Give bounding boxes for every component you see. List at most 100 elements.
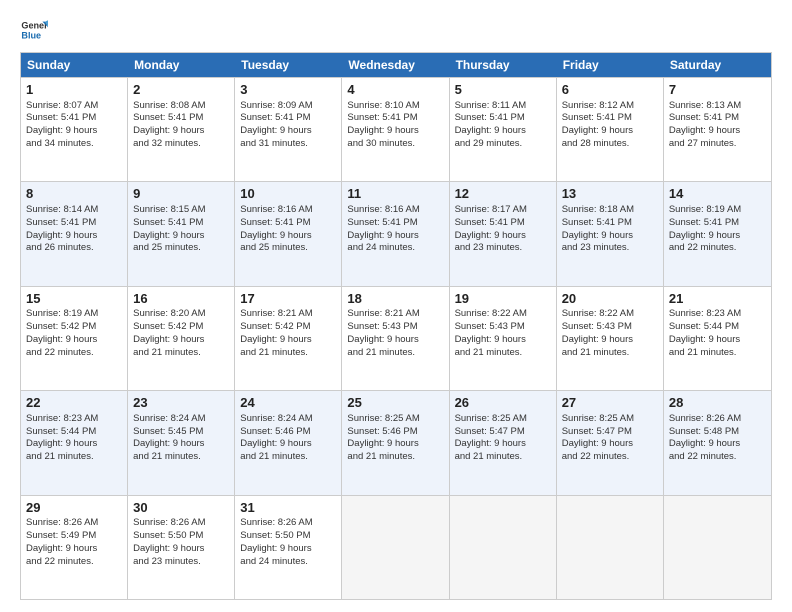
day-info-line: Daylight: 9 hours bbox=[133, 125, 229, 138]
calendar-cell-31: 31Sunrise: 8:26 AMSunset: 5:50 PMDayligh… bbox=[235, 496, 342, 599]
logo: General Blue bbox=[20, 16, 52, 44]
day-info-line: Sunrise: 8:07 AM bbox=[26, 100, 122, 113]
header-day-saturday: Saturday bbox=[664, 53, 771, 77]
day-info-line: Daylight: 9 hours bbox=[347, 125, 443, 138]
day-info-line: Daylight: 9 hours bbox=[347, 334, 443, 347]
day-info-line: Sunset: 5:49 PM bbox=[26, 530, 122, 543]
calendar-row: 1Sunrise: 8:07 AMSunset: 5:41 PMDaylight… bbox=[21, 77, 771, 181]
day-info-line: and 21 minutes. bbox=[562, 347, 658, 360]
calendar-cell-16: 16Sunrise: 8:20 AMSunset: 5:42 PMDayligh… bbox=[128, 287, 235, 390]
calendar-cell-15: 15Sunrise: 8:19 AMSunset: 5:42 PMDayligh… bbox=[21, 287, 128, 390]
day-info-line: Sunrise: 8:23 AM bbox=[669, 308, 766, 321]
day-info-line: and 24 minutes. bbox=[347, 242, 443, 255]
calendar-cell-25: 25Sunrise: 8:25 AMSunset: 5:46 PMDayligh… bbox=[342, 391, 449, 494]
day-info-line: Sunrise: 8:19 AM bbox=[669, 204, 766, 217]
day-number: 19 bbox=[455, 290, 551, 308]
day-info-line: Sunset: 5:43 PM bbox=[562, 321, 658, 334]
day-info-line: and 22 minutes. bbox=[669, 242, 766, 255]
day-info-line: Sunset: 5:50 PM bbox=[133, 530, 229, 543]
day-info-line: Daylight: 9 hours bbox=[133, 334, 229, 347]
calendar-cell-13: 13Sunrise: 8:18 AMSunset: 5:41 PMDayligh… bbox=[557, 182, 664, 285]
day-info-line: and 21 minutes. bbox=[669, 347, 766, 360]
day-info-line: and 22 minutes. bbox=[562, 451, 658, 464]
day-info-line: and 34 minutes. bbox=[26, 138, 122, 151]
day-info-line: Daylight: 9 hours bbox=[669, 438, 766, 451]
day-info-line: Sunset: 5:42 PM bbox=[26, 321, 122, 334]
day-info-line: Sunrise: 8:20 AM bbox=[133, 308, 229, 321]
day-info-line: Daylight: 9 hours bbox=[562, 125, 658, 138]
day-number: 29 bbox=[26, 499, 122, 517]
calendar-cell-empty bbox=[342, 496, 449, 599]
day-info-line: Sunset: 5:41 PM bbox=[26, 112, 122, 125]
day-info-line: Daylight: 9 hours bbox=[562, 438, 658, 451]
svg-text:Blue: Blue bbox=[21, 30, 41, 40]
day-info-line: Daylight: 9 hours bbox=[455, 334, 551, 347]
day-info-line: Daylight: 9 hours bbox=[133, 230, 229, 243]
day-info-line: Sunset: 5:42 PM bbox=[133, 321, 229, 334]
day-info-line: Sunrise: 8:25 AM bbox=[347, 413, 443, 426]
day-info-line: and 24 minutes. bbox=[240, 556, 336, 569]
day-number: 4 bbox=[347, 81, 443, 99]
day-info-line: Sunset: 5:41 PM bbox=[26, 217, 122, 230]
day-info-line: Sunrise: 8:21 AM bbox=[347, 308, 443, 321]
day-number: 2 bbox=[133, 81, 229, 99]
day-number: 16 bbox=[133, 290, 229, 308]
day-info-line: Daylight: 9 hours bbox=[669, 334, 766, 347]
day-info-line: Sunset: 5:43 PM bbox=[455, 321, 551, 334]
day-number: 15 bbox=[26, 290, 122, 308]
day-info-line: and 22 minutes. bbox=[669, 451, 766, 464]
day-info-line: and 21 minutes. bbox=[240, 347, 336, 360]
day-number: 9 bbox=[133, 185, 229, 203]
day-info-line: Sunset: 5:41 PM bbox=[347, 217, 443, 230]
day-info-line: and 22 minutes. bbox=[26, 347, 122, 360]
day-info-line: Daylight: 9 hours bbox=[26, 334, 122, 347]
day-number: 22 bbox=[26, 394, 122, 412]
calendar-cell-2: 2Sunrise: 8:08 AMSunset: 5:41 PMDaylight… bbox=[128, 78, 235, 181]
day-info-line: and 31 minutes. bbox=[240, 138, 336, 151]
day-info-line: Sunrise: 8:09 AM bbox=[240, 100, 336, 113]
day-number: 13 bbox=[562, 185, 658, 203]
day-info-line: and 21 minutes. bbox=[347, 451, 443, 464]
day-info-line: and 21 minutes. bbox=[455, 451, 551, 464]
calendar-cell-28: 28Sunrise: 8:26 AMSunset: 5:48 PMDayligh… bbox=[664, 391, 771, 494]
day-info-line: Sunset: 5:45 PM bbox=[133, 426, 229, 439]
day-info-line: Daylight: 9 hours bbox=[669, 230, 766, 243]
day-info-line: Sunset: 5:44 PM bbox=[26, 426, 122, 439]
day-info-line: Sunset: 5:42 PM bbox=[240, 321, 336, 334]
calendar-cell-10: 10Sunrise: 8:16 AMSunset: 5:41 PMDayligh… bbox=[235, 182, 342, 285]
day-info-line: and 21 minutes. bbox=[347, 347, 443, 360]
day-info-line: Sunrise: 8:23 AM bbox=[26, 413, 122, 426]
day-info-line: Daylight: 9 hours bbox=[562, 334, 658, 347]
calendar-cell-11: 11Sunrise: 8:16 AMSunset: 5:41 PMDayligh… bbox=[342, 182, 449, 285]
day-number: 10 bbox=[240, 185, 336, 203]
day-info-line: Daylight: 9 hours bbox=[133, 543, 229, 556]
day-number: 12 bbox=[455, 185, 551, 203]
calendar-cell-1: 1Sunrise: 8:07 AMSunset: 5:41 PMDaylight… bbox=[21, 78, 128, 181]
day-info-line: Sunrise: 8:14 AM bbox=[26, 204, 122, 217]
day-info-line: Sunset: 5:41 PM bbox=[347, 112, 443, 125]
calendar-cell-20: 20Sunrise: 8:22 AMSunset: 5:43 PMDayligh… bbox=[557, 287, 664, 390]
day-info-line: Sunrise: 8:26 AM bbox=[669, 413, 766, 426]
day-info-line: Sunrise: 8:21 AM bbox=[240, 308, 336, 321]
day-info-line: Sunset: 5:41 PM bbox=[133, 112, 229, 125]
calendar-cell-6: 6Sunrise: 8:12 AMSunset: 5:41 PMDaylight… bbox=[557, 78, 664, 181]
day-info-line: Daylight: 9 hours bbox=[133, 438, 229, 451]
day-info-line: Sunrise: 8:11 AM bbox=[455, 100, 551, 113]
day-info-line: Daylight: 9 hours bbox=[455, 230, 551, 243]
calendar-cell-4: 4Sunrise: 8:10 AMSunset: 5:41 PMDaylight… bbox=[342, 78, 449, 181]
calendar-cell-8: 8Sunrise: 8:14 AMSunset: 5:41 PMDaylight… bbox=[21, 182, 128, 285]
day-info-line: Daylight: 9 hours bbox=[240, 125, 336, 138]
day-number: 6 bbox=[562, 81, 658, 99]
day-info-line: Sunset: 5:41 PM bbox=[562, 217, 658, 230]
day-info-line: and 21 minutes. bbox=[240, 451, 336, 464]
day-info-line: Sunrise: 8:18 AM bbox=[562, 204, 658, 217]
day-number: 25 bbox=[347, 394, 443, 412]
day-info-line: and 23 minutes. bbox=[455, 242, 551, 255]
day-info-line: Sunset: 5:44 PM bbox=[669, 321, 766, 334]
day-number: 27 bbox=[562, 394, 658, 412]
day-info-line: Sunrise: 8:25 AM bbox=[455, 413, 551, 426]
day-info-line: Sunset: 5:41 PM bbox=[240, 217, 336, 230]
day-info-line: Sunset: 5:43 PM bbox=[347, 321, 443, 334]
day-info-line: Sunrise: 8:22 AM bbox=[455, 308, 551, 321]
day-info-line: Sunset: 5:48 PM bbox=[669, 426, 766, 439]
